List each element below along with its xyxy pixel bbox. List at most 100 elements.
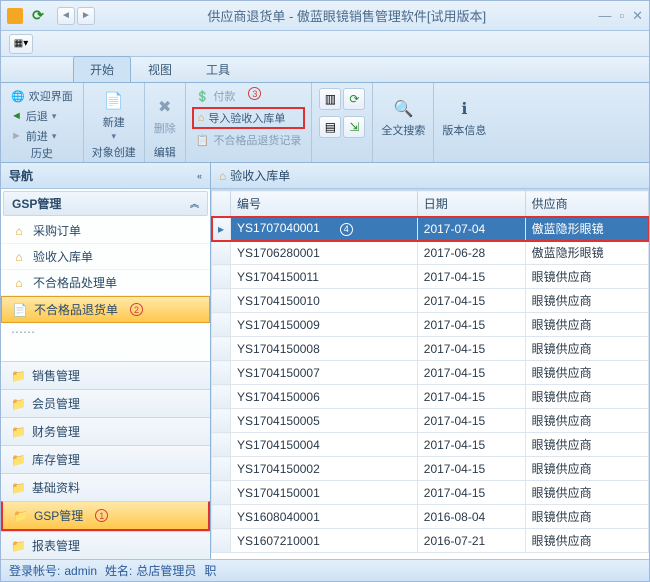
chevron-left-icon[interactable]: « — [197, 171, 202, 181]
cell-code: YS1704150008 — [231, 337, 418, 361]
row-header — [212, 529, 231, 553]
tree-item-0[interactable]: ⌂采购订单 — [1, 218, 210, 244]
col-code[interactable]: 编号 — [231, 191, 418, 217]
table-row[interactable]: YS17041500042017-04-15眼镜供应商 — [212, 433, 649, 457]
row-header — [212, 433, 231, 457]
cell-date: 2016-08-04 — [417, 505, 525, 529]
nav-back-icon[interactable]: ◄ — [57, 7, 75, 25]
document-tab[interactable]: ⌂验收入库单 — [211, 163, 649, 189]
nav-cat-label: 财务管理 — [32, 423, 80, 440]
table-row[interactable]: YS17041500102017-04-15眼镜供应商 — [212, 289, 649, 313]
menu-dropdown-button[interactable]: ▦▾ — [9, 34, 33, 54]
nav-cat-1[interactable]: 📁会员管理 — [1, 389, 210, 417]
table-row[interactable]: YS16080400012016-08-04眼镜供应商 — [212, 505, 649, 529]
nav-fwd-icon[interactable]: ► — [77, 7, 95, 25]
tab-start[interactable]: 开始 — [73, 56, 131, 82]
maximize-button[interactable]: ▫ — [619, 8, 624, 24]
cell-supplier: 眼镜供应商 — [525, 289, 648, 313]
nav-title: 导航« — [1, 163, 210, 189]
col-supplier[interactable]: 供应商 — [525, 191, 648, 217]
cell-date: 2017-04-15 — [417, 433, 525, 457]
nav-cat-5[interactable]: 📁GSP管理1 — [1, 501, 210, 531]
nav-cat-label: 销售管理 — [32, 367, 80, 384]
tab-tools[interactable]: 工具 — [189, 56, 247, 82]
tree-item-label: 不合格品处理单 — [33, 274, 117, 291]
col-date[interactable]: 日期 — [417, 191, 525, 217]
back-button[interactable]: ◄后退▾ — [7, 107, 77, 125]
tree-item-2[interactable]: ⌂不合格品处理单 — [1, 270, 210, 296]
nav-cat-3[interactable]: 📁库存管理 — [1, 445, 210, 473]
window-title: 供应商退货单 - 傲蓝眼镜销售管理软件[试用版本] — [95, 6, 598, 25]
cell-code: YS1704150009 — [231, 313, 418, 337]
row-header — [212, 505, 231, 529]
cell-date: 2017-06-28 — [417, 241, 525, 265]
misc-btn-1[interactable]: ▥ — [319, 88, 341, 110]
info-icon: ℹ — [452, 97, 476, 121]
marker-1: 1 — [95, 509, 108, 522]
version-info-button[interactable]: ℹ版本信息 — [442, 97, 486, 138]
marker-4: 4 — [340, 223, 353, 236]
ribbon-group-version: ℹ版本信息 — [434, 83, 494, 162]
minimize-button[interactable]: — — [598, 8, 611, 24]
misc-refresh[interactable]: ⟳ — [343, 88, 365, 110]
tree-item-3[interactable]: 📄不合格品退货单2 — [1, 296, 210, 323]
close-button[interactable]: ✕ — [632, 8, 643, 24]
cell-code: YS1704150011 — [231, 265, 418, 289]
nav-panel: 导航« GSP管理︽ ⌂采购订单⌂验收入库单⌂不合格品处理单📄不合格品退货单2⋯… — [1, 163, 211, 559]
cell-code: YS1704150006 — [231, 385, 418, 409]
content-pane: ⌂验收入库单 编号 日期 供应商 ▸YS170704000142017-07-0… — [211, 163, 649, 559]
import-receipt-button[interactable]: ⌂导入验收入库单 — [192, 107, 306, 129]
cell-supplier: 眼镜供应商 — [525, 481, 648, 505]
main-area: 导航« GSP管理︽ ⌂采购订单⌂验收入库单⌂不合格品处理单📄不合格品退货单2⋯… — [1, 163, 649, 559]
row-header — [212, 385, 231, 409]
nav-cat-6[interactable]: 📁报表管理 — [1, 531, 210, 559]
cell-supplier: 眼镜供应商 — [525, 361, 648, 385]
tree-item-label: 不合格品退货单 — [34, 301, 118, 318]
grid-container[interactable]: 编号 日期 供应商 ▸YS170704000142017-07-04傲蓝隐形眼镜… — [211, 189, 649, 559]
nav-cat-4[interactable]: 📁基础资料 — [1, 473, 210, 501]
col-rowhdr[interactable] — [212, 191, 231, 217]
refresh-icon[interactable]: ⟳ — [29, 7, 47, 25]
table-row[interactable]: YS17041500082017-04-15眼镜供应商 — [212, 337, 649, 361]
tree-ellipsis: ⋯⋯ — [1, 323, 210, 341]
table-row[interactable]: YS17041500022017-04-15眼镜供应商 — [212, 457, 649, 481]
ribbon-group-search: 🔍全文搜索 — [373, 83, 434, 162]
table-row[interactable]: YS16072100012016-07-21眼镜供应商 — [212, 529, 649, 553]
new-button[interactable]: 📄 新建 ▾ — [102, 89, 126, 142]
cell-supplier: 眼镜供应商 — [525, 529, 648, 553]
table-row[interactable]: YS17062800012017-06-28傲蓝隐形眼镜 — [212, 241, 649, 265]
reject-log-button[interactable]: 📋不合格品退货记录 — [192, 131, 306, 149]
nav-cat-label: 会员管理 — [32, 395, 80, 412]
nav-cat-2[interactable]: 📁 财务管理 — [1, 417, 210, 445]
nav-cat-0[interactable]: 📁销售管理 — [1, 361, 210, 389]
search-icon: 🔍 — [391, 97, 415, 121]
pay-button[interactable]: 💲付款 — [192, 87, 306, 105]
nav-cat-label: 库存管理 — [32, 451, 80, 468]
cell-supplier: 傲蓝隐形眼镜 — [525, 217, 648, 241]
cell-supplier: 眼镜供应商 — [525, 337, 648, 361]
cell-code: YS1608040001 — [231, 505, 418, 529]
table-row[interactable]: YS17041500072017-04-15眼镜供应商 — [212, 361, 649, 385]
nav-section-header[interactable]: GSP管理︽ — [3, 191, 208, 216]
welcome-button[interactable]: 🌐欢迎界面 — [7, 87, 77, 105]
tree-item-1[interactable]: ⌂验收入库单 — [1, 244, 210, 270]
table-row[interactable]: YS17041500052017-04-15眼镜供应商 — [212, 409, 649, 433]
marker-2: 2 — [130, 303, 143, 316]
misc-btn-2[interactable]: ▤ — [319, 116, 341, 138]
table-row[interactable]: ▸YS170704000142017-07-04傲蓝隐形眼镜 — [212, 217, 649, 241]
cell-date: 2017-04-15 — [417, 409, 525, 433]
fulltext-search-button[interactable]: 🔍全文搜索 — [381, 97, 425, 138]
misc-btn-3[interactable]: ⇲ — [343, 116, 365, 138]
folder-icon: 📁 — [11, 425, 26, 439]
tab-view[interactable]: 视图 — [131, 56, 189, 82]
table-row[interactable]: YS17041500092017-04-15眼镜供应商 — [212, 313, 649, 337]
delete-button[interactable]: ✖ 删除 — [153, 95, 177, 136]
doc-icon: 📋 — [196, 134, 210, 147]
table-row[interactable]: YS17041500062017-04-15眼镜供应商 — [212, 385, 649, 409]
forward-button[interactable]: ►前进▾ — [7, 127, 77, 145]
table-row[interactable]: YS17041500112017-04-15眼镜供应商 — [212, 265, 649, 289]
row-header: ▸ — [212, 217, 231, 241]
table-row[interactable]: YS17041500012017-04-15眼镜供应商 — [212, 481, 649, 505]
cell-date: 2017-04-15 — [417, 289, 525, 313]
row-header — [212, 241, 231, 265]
